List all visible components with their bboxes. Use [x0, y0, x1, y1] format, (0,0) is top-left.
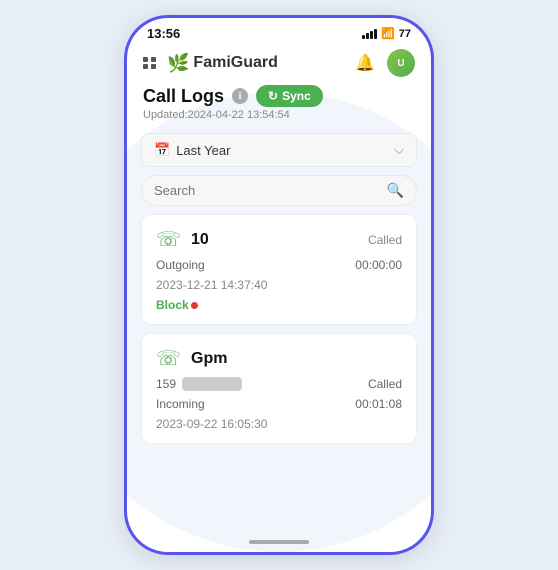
- home-indicator: [127, 532, 431, 552]
- status-bar: 13:56 📶 77: [127, 18, 431, 45]
- call-top-row: ☏ Gpm: [156, 346, 402, 371]
- home-bar: [249, 540, 309, 544]
- app-name: FamiGuard: [193, 54, 277, 72]
- call-duration-2: 00:01:08: [355, 397, 402, 411]
- call-card: ☏ 10 Called Outgoing 00:00:00 2023-12-21…: [141, 214, 417, 325]
- call-detail-direction: Outgoing 00:00:00: [156, 258, 402, 272]
- blurred-number: [182, 377, 242, 391]
- outgoing-call-icon: ☏: [156, 227, 181, 252]
- block-dot-icon: [191, 302, 198, 309]
- status-icons: 📶 77: [362, 27, 411, 40]
- page-title-row: Call Logs i ↻ Sync: [143, 85, 415, 107]
- call-top-row: ☏ 10 Called: [156, 227, 402, 252]
- call-status: Called: [219, 233, 402, 247]
- user-avatar[interactable]: U: [387, 49, 415, 77]
- sync-icon: ↻: [268, 89, 278, 103]
- incoming-call-icon: ☏: [156, 346, 181, 371]
- wifi-icon: 📶: [381, 27, 395, 40]
- filter-label: Last Year: [176, 143, 230, 158]
- search-bar[interactable]: 🔍: [141, 175, 417, 206]
- logo-leaf-icon: 🌿: [167, 53, 189, 74]
- page-title: Call Logs: [143, 86, 224, 107]
- page-header: Call Logs i ↻ Sync Updated:2024-04-22 13…: [127, 85, 431, 125]
- menu-icon[interactable]: [143, 57, 157, 69]
- filter-label-row: 📅 Last Year: [154, 142, 230, 158]
- phone-frame: 13:56 📶 77: [124, 15, 434, 555]
- call-detail-number: 159 Called: [156, 377, 402, 391]
- battery-icon: 77: [399, 28, 411, 40]
- search-icon: 🔍: [387, 182, 404, 199]
- call-contact-name: Gpm: [191, 350, 227, 368]
- nav-actions: 🔔 U: [351, 49, 415, 77]
- bell-icon[interactable]: 🔔: [351, 49, 379, 77]
- call-duration: 00:00:00: [355, 258, 402, 272]
- search-input[interactable]: [154, 183, 379, 198]
- top-nav: 🌿 FamiGuard 🔔 U: [127, 45, 431, 85]
- block-label: Block: [156, 298, 189, 312]
- call-card: ☏ Gpm 159 Called Incoming 00:01:08 2023-…: [141, 333, 417, 444]
- call-datetime-2: 2023-09-22 16:05:30: [156, 417, 402, 431]
- block-tag: Block: [156, 298, 402, 312]
- phone-content: 13:56 📶 77: [127, 18, 431, 552]
- status-time: 13:56: [147, 26, 180, 41]
- call-direction: Outgoing: [156, 258, 205, 272]
- main-area: 📅 Last Year ⌵ 🔍 ☏ 10 Called Outgoing: [127, 125, 431, 532]
- call-detail-direction: Incoming 00:01:08: [156, 397, 402, 411]
- signal-icon: [362, 29, 377, 39]
- call-status-2: Called: [368, 377, 402, 391]
- info-icon[interactable]: i: [232, 88, 248, 104]
- call-datetime: 2023-12-21 14:37:40: [156, 278, 402, 292]
- filter-dropdown[interactable]: 📅 Last Year ⌵: [141, 133, 417, 167]
- call-number: 159: [156, 377, 176, 391]
- updated-timestamp: Updated:2024-04-22 13:54:54: [143, 109, 415, 121]
- calendar-icon: 📅: [154, 142, 170, 158]
- call-contact-name: 10: [191, 231, 209, 249]
- call-direction-2: Incoming: [156, 397, 205, 411]
- app-logo: 🌿 FamiGuard: [167, 53, 278, 74]
- chevron-down-icon: ⌵: [394, 142, 404, 158]
- sync-button[interactable]: ↻ Sync: [256, 85, 323, 107]
